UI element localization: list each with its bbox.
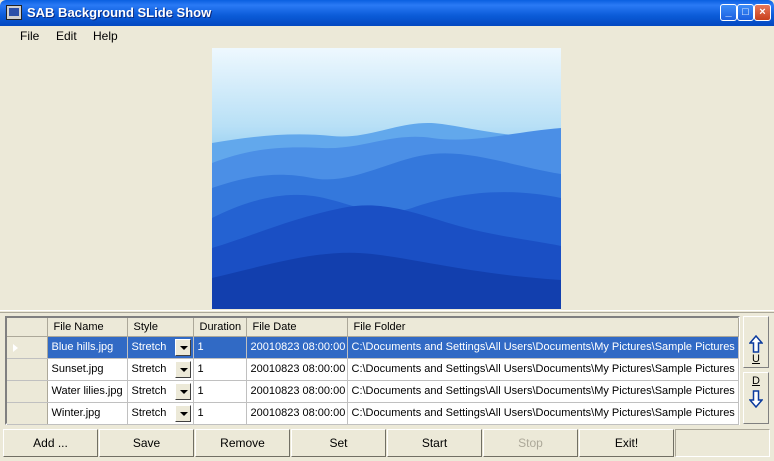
style-dropdown-button[interactable]	[174, 338, 191, 356]
row-indicator	[7, 380, 48, 403]
style-value: Stretch	[131, 341, 167, 353]
col-duration[interactable]: Duration	[193, 318, 247, 337]
cell-file-folder[interactable]: C:\Documents and Settings\All Users\Docu…	[347, 336, 739, 359]
cell-file-folder[interactable]: C:\Documents and Settings\All Users\Docu…	[347, 358, 739, 381]
minimize-button[interactable]: _	[720, 4, 737, 21]
col-file-folder[interactable]: File Folder	[347, 318, 739, 337]
window-title: SAB Background SLide Show	[27, 5, 212, 20]
cell-file-name[interactable]: Blue hills.jpg	[47, 336, 128, 359]
table-row[interactable]: Blue hills.jpg Stretch 1 20010823 08:00:…	[7, 336, 739, 359]
remove-button[interactable]: Remove	[195, 429, 290, 457]
mountain-landscape	[212, 48, 561, 309]
menu-file[interactable]: File	[20, 29, 39, 43]
row-indicator	[7, 402, 48, 425]
menu-help[interactable]: Help	[93, 29, 118, 43]
move-up-button[interactable]: U	[743, 316, 769, 368]
cell-file-date[interactable]: 20010823 08:00:00	[246, 336, 348, 359]
row-indicator	[7, 358, 48, 381]
cell-duration[interactable]: 1	[193, 336, 247, 359]
menu-edit[interactable]: Edit	[56, 29, 77, 43]
current-row-arrow-icon	[13, 343, 18, 352]
up-arrow-icon	[749, 335, 763, 353]
col-file-date[interactable]: File Date	[246, 318, 348, 337]
app-icon[interactable]	[6, 5, 22, 20]
cell-style[interactable]: Stretch	[127, 358, 194, 381]
splitter-bar[interactable]	[0, 310, 774, 313]
table-row[interactable]: Winter.jpg Stretch 1 20010823 08:00:00 C…	[7, 402, 739, 425]
close-button[interactable]: ×	[754, 4, 771, 21]
grid-corner	[7, 318, 48, 337]
table-row[interactable]: Sunset.jpg Stretch 1 20010823 08:00:00 C…	[7, 358, 739, 381]
cell-style[interactable]: Stretch	[127, 336, 194, 359]
cell-duration[interactable]: 1	[193, 380, 247, 403]
save-button[interactable]: Save	[99, 429, 194, 457]
grid-header-row: File Name Style Duration File Date File …	[7, 318, 739, 337]
style-value: Stretch	[131, 407, 167, 419]
add-button[interactable]: Add ...	[3, 429, 98, 457]
reorder-panel: U D	[743, 316, 770, 425]
cell-file-folder[interactable]: C:\Documents and Settings\All Users\Docu…	[347, 380, 739, 403]
exit-button[interactable]: Exit!	[579, 429, 674, 457]
cell-file-name[interactable]: Water lilies.jpg	[47, 380, 128, 403]
cell-file-name[interactable]: Winter.jpg	[47, 402, 128, 425]
row-indicator	[7, 336, 48, 359]
status-panel	[675, 429, 770, 457]
col-style[interactable]: Style	[127, 318, 194, 337]
move-down-button[interactable]: D	[743, 372, 769, 424]
cell-style[interactable]: Stretch	[127, 380, 194, 403]
cell-duration[interactable]: 1	[193, 358, 247, 381]
style-value: Stretch	[131, 385, 167, 397]
preview-image	[212, 48, 561, 309]
file-grid[interactable]: File Name Style Duration File Date File …	[5, 316, 740, 425]
style-value: Stretch	[131, 363, 167, 375]
down-arrow-icon	[749, 390, 763, 408]
command-bar: Add ... Save Remove Set Start Stop Exit!	[3, 429, 771, 458]
cell-file-date[interactable]: 20010823 08:00:00	[246, 380, 348, 403]
set-button[interactable]: Set	[291, 429, 386, 457]
menu-bar: File Edit Help	[0, 26, 774, 46]
style-dropdown-button[interactable]	[174, 360, 191, 378]
col-file-name[interactable]: File Name	[47, 318, 128, 337]
cell-file-folder[interactable]: C:\Documents and Settings\All Users\Docu…	[347, 402, 739, 425]
style-dropdown-button[interactable]	[174, 404, 191, 422]
stop-button[interactable]: Stop	[483, 429, 578, 457]
table-row[interactable]: Water lilies.jpg Stretch 1 20010823 08:0…	[7, 380, 739, 403]
start-button[interactable]: Start	[387, 429, 482, 457]
cell-duration[interactable]: 1	[193, 402, 247, 425]
cell-file-date[interactable]: 20010823 08:00:00	[246, 402, 348, 425]
style-dropdown-button[interactable]	[174, 382, 191, 400]
cell-file-name[interactable]: Sunset.jpg	[47, 358, 128, 381]
maximize-button[interactable]: □	[737, 4, 754, 21]
cell-file-date[interactable]: 20010823 08:00:00	[246, 358, 348, 381]
move-down-label: D	[752, 375, 760, 387]
cell-style[interactable]: Stretch	[127, 402, 194, 425]
move-up-label: U	[752, 353, 760, 365]
title-bar[interactable]: SAB Background SLide Show _ □ ×	[0, 0, 774, 26]
